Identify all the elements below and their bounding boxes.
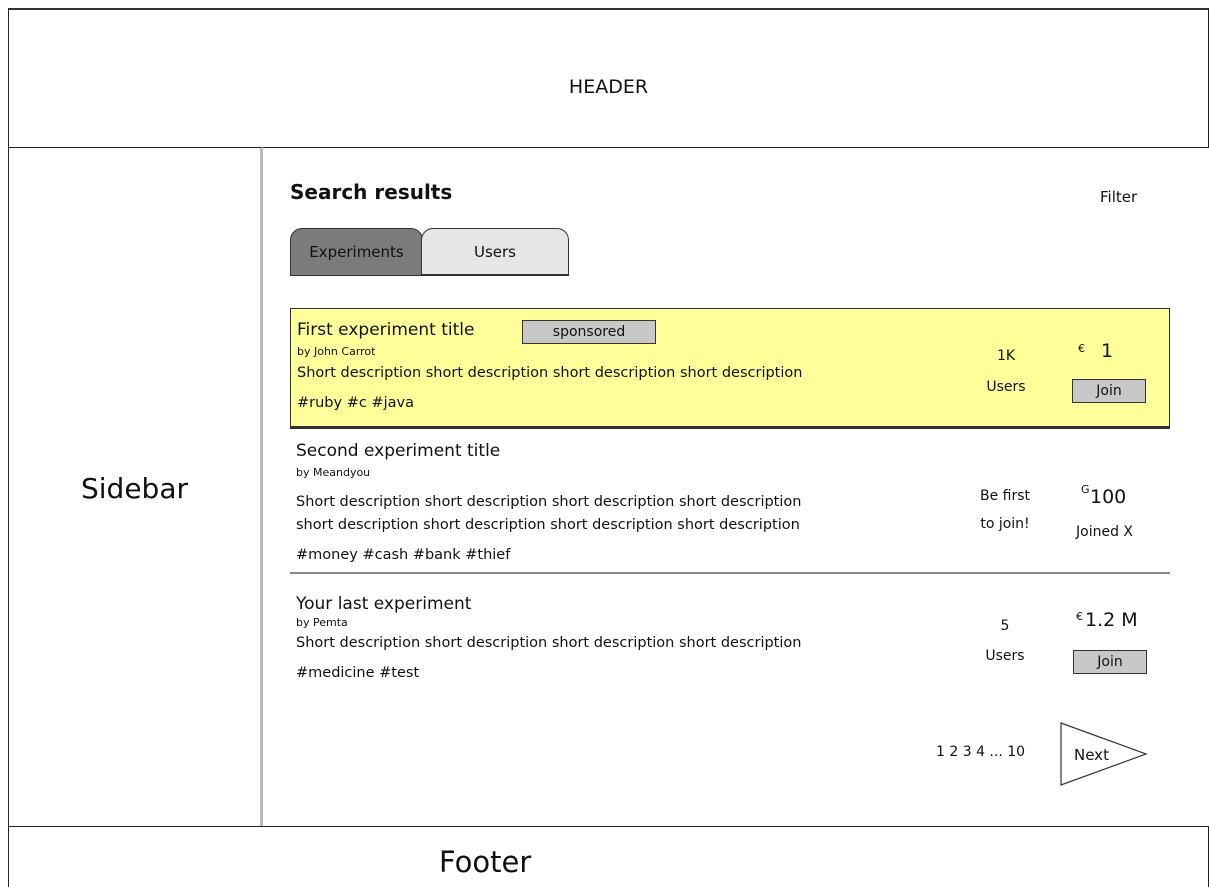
result-stat-line-1: Be first: [979, 488, 1031, 504]
result-title[interactable]: First experiment title: [297, 320, 474, 340]
tab-users[interactable]: Users: [421, 228, 569, 276]
filter-button[interactable]: Filter: [1100, 188, 1137, 206]
result-description: Short description short description shor…: [296, 635, 802, 651]
result-stat-label: Users: [986, 379, 1026, 395]
result-stat-count: 1K: [996, 348, 1016, 364]
result-tags[interactable]: #ruby #c #java: [297, 395, 414, 411]
sidebar: Sidebar: [8, 147, 263, 827]
result-tags[interactable]: #money #cash #bank #thief: [296, 547, 510, 563]
result-tags[interactable]: #medicine #test: [296, 665, 419, 681]
result-description-line-1: Short description short description shor…: [296, 494, 802, 510]
result-amount: 1: [1101, 340, 1114, 362]
currency-euro: €: [1078, 342, 1085, 355]
sidebar-label: Sidebar: [81, 472, 188, 505]
footer-label: Footer: [439, 845, 532, 879]
footer: Footer: [8, 826, 1209, 887]
result-stat-line-2: to join!: [980, 516, 1030, 532]
result-stat-label: Users: [985, 648, 1025, 664]
result-author: by John Carrot: [297, 345, 376, 358]
result-card[interactable]: Second experiment title by Meandyou Shor…: [290, 435, 1170, 574]
sponsored-badge: sponsored: [522, 320, 656, 344]
tab-experiments[interactable]: Experiments: [290, 228, 423, 276]
next-button[interactable]: Next: [1074, 746, 1109, 764]
header-label: HEADER: [568, 76, 649, 98]
result-amount: 1.2 M: [1085, 609, 1138, 631]
result-card[interactable]: Your last experiment by Pemta Short desc…: [290, 588, 1170, 698]
joined-status: Joined X: [1076, 524, 1133, 540]
result-title[interactable]: Your last experiment: [296, 594, 471, 614]
join-button[interactable]: Join: [1072, 379, 1146, 403]
result-description-line-2: short description short description shor…: [296, 517, 800, 533]
pagination-pages[interactable]: 1 2 3 4 ... 10: [936, 744, 1025, 760]
join-button[interactable]: Join: [1073, 650, 1147, 674]
result-author: by Meandyou: [296, 466, 371, 479]
result-card-sponsored[interactable]: First experiment title sponsored by John…: [290, 308, 1170, 429]
result-amount: 100: [1090, 486, 1127, 508]
currency-gold: G: [1081, 483, 1090, 496]
result-title[interactable]: Second experiment title: [296, 441, 500, 461]
currency-euro: €: [1076, 610, 1083, 623]
result-author: by Pemta: [296, 616, 348, 629]
result-description: Short description short description shor…: [297, 365, 803, 381]
result-stat-count: 5: [1000, 618, 1010, 634]
page-title: Search results: [290, 180, 453, 204]
header: HEADER: [8, 8, 1209, 148]
main-content: Search results Filter Experiments Users …: [263, 148, 1208, 826]
